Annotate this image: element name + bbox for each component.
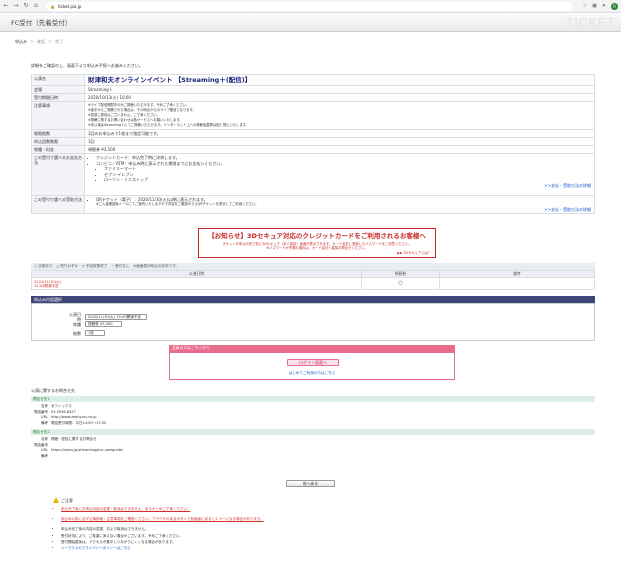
row-note [439,277,595,290]
privacy-policy-link[interactable]: イープラスのプライバシーポリシーはこちら [61,545,581,551]
performance-time: 15:00開演予定 [34,283,59,288]
info-label: 申込回数制限 [31,137,85,147]
pickup-details-link[interactable]: >>支払・受取方法の詳細 [88,207,591,212]
step-indicator: 申込み ＞ 確認 ＞ 完了 [15,39,63,44]
notes-title: ご注意 [61,497,73,503]
info-label: この受付で選べるお支払方法 [31,153,85,197]
kv-value: 視聴・配信に関するお問合せ [51,437,97,441]
login-button[interactable]: ログイン画面へ [287,359,339,366]
address-url[interactable]: ticket.pia.jp [58,4,81,9]
kv-key: 備考 [41,453,48,458]
info-label: 公演名 [31,73,85,87]
info-label: 席種・料金 [31,145,85,155]
login-panel: ログイン画面へ はじめてご利用の方はこちら [169,352,455,380]
column-header: 備考 [439,270,595,278]
kv-key: 備考 [41,420,48,425]
page-title: FC受付（先着受付） [11,19,72,27]
quantity-select[interactable]: 1枚 [85,330,105,336]
info-value: Streaming＋ [84,85,595,95]
table-row[interactable]: 2020/11/10(火) 15:00開演予定 ○ [31,277,595,290]
column-header: 公演日時 [31,270,362,278]
payment-details-link[interactable]: >>支払・受取方法の詳細 [88,183,591,189]
lock-icon: 🔒 [50,3,55,9]
performance-select[interactable]: 2020/11/10(火) 15:00開演予定 [85,314,147,320]
availability-legend: ○ 空席あり △ 残りわずか × 予定枚数終了 − 受付なし ※画面表示時点の状… [31,263,595,270]
kv-value[interactable]: https://eplus.jp/streamingplus-userguide… [51,448,123,454]
browser-toolbar: ← → ↻ ⌂ 🔒 ticket.pia.jp ☆ ▣ ✦ R [0,0,621,13]
inquiry-section: 問合せ先1 名称 ゼフィックス 電話番号 03-5938-8427 URL http:… [31,396,595,462]
field-label: 枚数 [73,330,81,336]
info-value: 1回 [84,137,595,147]
notice-body-2: ※パスワードが不明の場合は、カード会社へ直接お問合せください。 [266,246,368,251]
back-arrow-icon[interactable]: ← [3,3,9,9]
step-confirm: 確認 [37,39,45,44]
selection-header: 申込み内容選択 [31,296,595,303]
step-arrow-icon: ＞ [48,39,52,44]
info-label: 注意事項 [31,101,85,131]
list-item[interactable]: 申込みの前に必ず公演詳細・注意事項をご確認ください。ブラウザの戻るボタンで前画面… [61,516,581,522]
profile-avatar[interactable]: R [611,2,618,10]
login-header: 会員の方はこちらから [169,345,455,352]
address-bar[interactable]: 🔒 ticket.pia.jp [46,1,573,11]
site-logo: TICKET [565,15,615,30]
3d-secure-link[interactable]: ▶▶ 3Dセキュアとは？ [397,251,431,255]
extension-icon[interactable]: ▣ [592,3,597,9]
notes-list: 申込完了後にお申込内容の変更・取消はできません。あらかじめご了承ください。 申込… [61,506,581,551]
back-button[interactable]: 前へ戻る [286,480,335,487]
page-header: FC受付（先着受付） TICKET [0,14,621,32]
event-title: 財津和夫オンラインイベント 【Streaming＋(配信)】 [88,76,252,84]
list-item[interactable]: 申込完了後にお申込内容の変更・取消はできません。あらかじめご了承ください。 [61,506,581,512]
forward-arrow-icon[interactable]: → [13,3,19,9]
inquiry-heading: 公演に関するお問合せ先 [31,388,75,393]
puzzle-icon[interactable]: ✦ [602,3,606,9]
step-apply: 申込み [15,39,27,44]
reload-icon[interactable]: ↻ [23,3,29,9]
home-icon[interactable]: ⌂ [33,3,39,9]
event-info-table: 公演名 財津和夫オンラインイベント 【Streaming＋(配信)】 会場 St… [31,73,595,215]
first-time-link[interactable]: はじめてご利用の方はこちら [170,371,454,375]
notes-heading: ご注意 [53,497,73,503]
info-value: 2020/10/13(火) 10:00 [84,93,595,103]
intro-text: 詳細をご確認の上、画面下より申込み手続へお進みください。 [31,63,143,68]
step-complete: 完了 [55,39,63,44]
info-label: この受付で選べる受取方法 [31,195,85,215]
info-value: 視聴券 ¥3,500 [84,145,595,155]
info-label: 制限枚数 [31,129,85,139]
field-label: 席種 [73,321,81,327]
step-arrow-icon: ＞ [30,39,34,44]
star-icon[interactable]: ☆ [583,3,587,9]
section-title: 申込み内容選択 [34,297,62,302]
info-label: 受付期間日時 [31,93,85,103]
note-line: ※本公演はStreaming＋にてご視聴いただけます。インターネット上への無断転… [88,123,249,128]
selection-panel: 公演日時 2020/11/10(火) 15:00開演予定 席種 視聴券 ¥3,5… [31,303,595,341]
column-header: 視聴券 [361,270,440,278]
info-value: 1回のお申込みで1枚まで指定可能です。 [84,129,595,139]
schedule-table: 公演日時 視聴券 備考 2020/11/10(火) 15:00開演予定 ○ [31,270,595,290]
3d-secure-notice: 【お知らせ】3Dセキュア対応のクレジットカードをご利用されるお客様へ チケットお… [198,228,436,258]
notice-heading: 【お知らせ】3Dセキュア対応のクレジットカードをご利用されるお客様へ [208,232,426,240]
availability-status: ○ [361,277,440,290]
kv-value: 電話受付時間：平日14:00〜17:00 [51,420,107,425]
seat-type-select[interactable]: 視聴券 ¥3,500 [85,321,122,327]
info-label: 会場 [31,85,85,95]
warning-icon [53,497,59,503]
